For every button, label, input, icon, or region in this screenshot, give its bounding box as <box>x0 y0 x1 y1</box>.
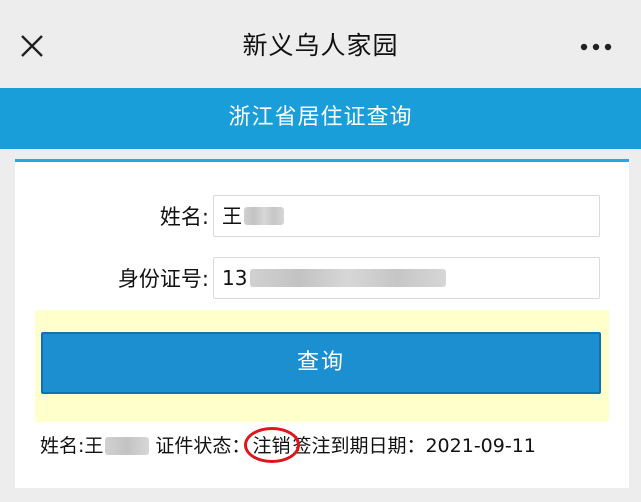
query-panel: 姓名: 王 身份证号: 13 查询 姓名:王 证件状态： 注销 签注到期日期：2021… <box>15 159 629 488</box>
result-name-value: 王 <box>84 435 104 457</box>
header-banner: 浙江省居住证查询 <box>0 88 641 149</box>
result-expiry-value: 2021-09-11 <box>425 435 536 457</box>
redacted-blur <box>250 269 446 287</box>
result-name-label: 姓名: <box>40 435 85 457</box>
id-input-value: 13 <box>222 266 248 290</box>
result-status-label: 证件状态： <box>155 435 251 457</box>
result-line: 姓名:王 证件状态： 注销 签注到期日期：2021-09-11 <box>40 427 536 463</box>
redacted-blur <box>105 437 150 455</box>
title-bar: 新义乌人家园 <box>0 0 641 88</box>
query-button[interactable]: 查询 <box>41 332 601 394</box>
name-row: 姓名: 王 <box>15 195 629 239</box>
highlight-circle <box>244 427 301 463</box>
banner-title: 浙江省居住证查询 <box>228 105 413 130</box>
name-input-value: 王 <box>222 204 242 228</box>
page-title: 新义乌人家园 <box>242 31 399 60</box>
name-label: 姓名: <box>159 205 209 229</box>
more-dots-icon[interactable] <box>570 30 622 64</box>
button-highlight: 查询 <box>35 310 609 422</box>
result-expiry-label: 签注到期日期： <box>292 435 426 457</box>
result-status-value: 注销 <box>244 427 301 463</box>
id-label: 身份证号: <box>117 267 209 291</box>
id-row: 身份证号: 13 <box>15 257 629 301</box>
id-input[interactable]: 13 <box>213 257 600 299</box>
name-input[interactable]: 王 <box>213 195 600 237</box>
redacted-blur <box>244 207 284 225</box>
